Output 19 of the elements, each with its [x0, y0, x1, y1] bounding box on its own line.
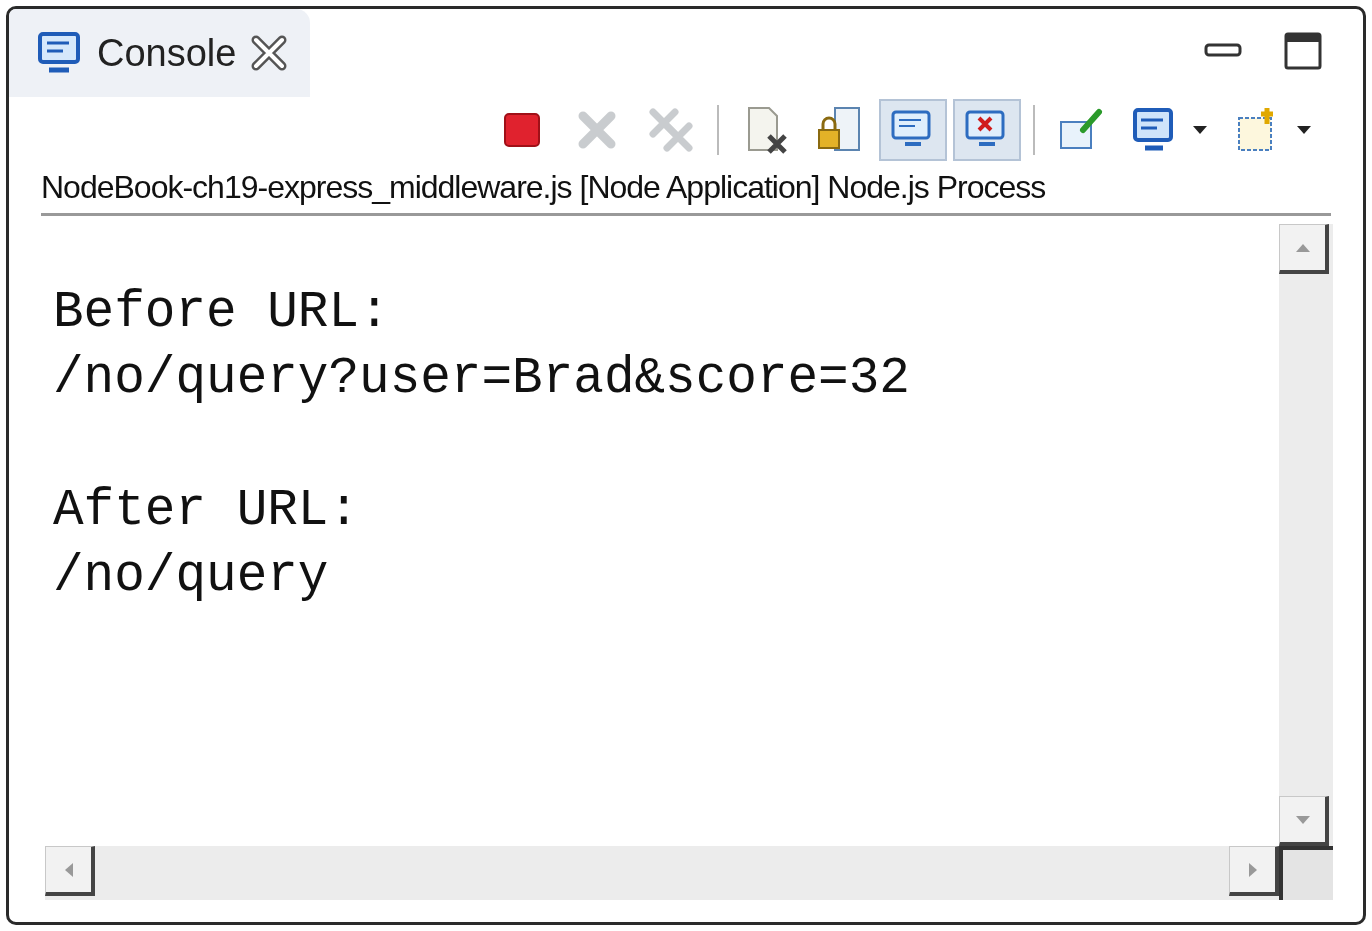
toolbar-button[interactable] [879, 99, 947, 161]
maximize-icon[interactable] [1283, 31, 1323, 71]
arrow-down-icon [1295, 815, 1310, 824]
toolbar-button[interactable] [953, 99, 1021, 161]
process-label: NodeBook-ch19-express_middleware.js [Node Application] Node.js Process [41, 163, 1331, 216]
arrow-right-icon [1248, 862, 1257, 877]
scroll-down-button[interactable] [1279, 796, 1329, 846]
console-output: Before URL: /no/query?user=Brad&score=32 After URL: /no/query [52, 283, 911, 607]
vertical-scrollbar[interactable] [1279, 224, 1333, 846]
scroll-left-button[interactable] [45, 846, 95, 896]
scrollbar-corner [1279, 846, 1333, 900]
scroll-right-button[interactable] [1229, 846, 1279, 896]
horizontal-scrollbar[interactable] [45, 846, 1279, 900]
console-tab[interactable]: Console [9, 9, 311, 97]
arrow-up-icon [1295, 243, 1310, 252]
monitor-icon [37, 30, 83, 76]
scroll-up-button[interactable] [1279, 224, 1329, 274]
arrow-left-icon [64, 862, 73, 877]
close-icon[interactable] [250, 34, 289, 72]
